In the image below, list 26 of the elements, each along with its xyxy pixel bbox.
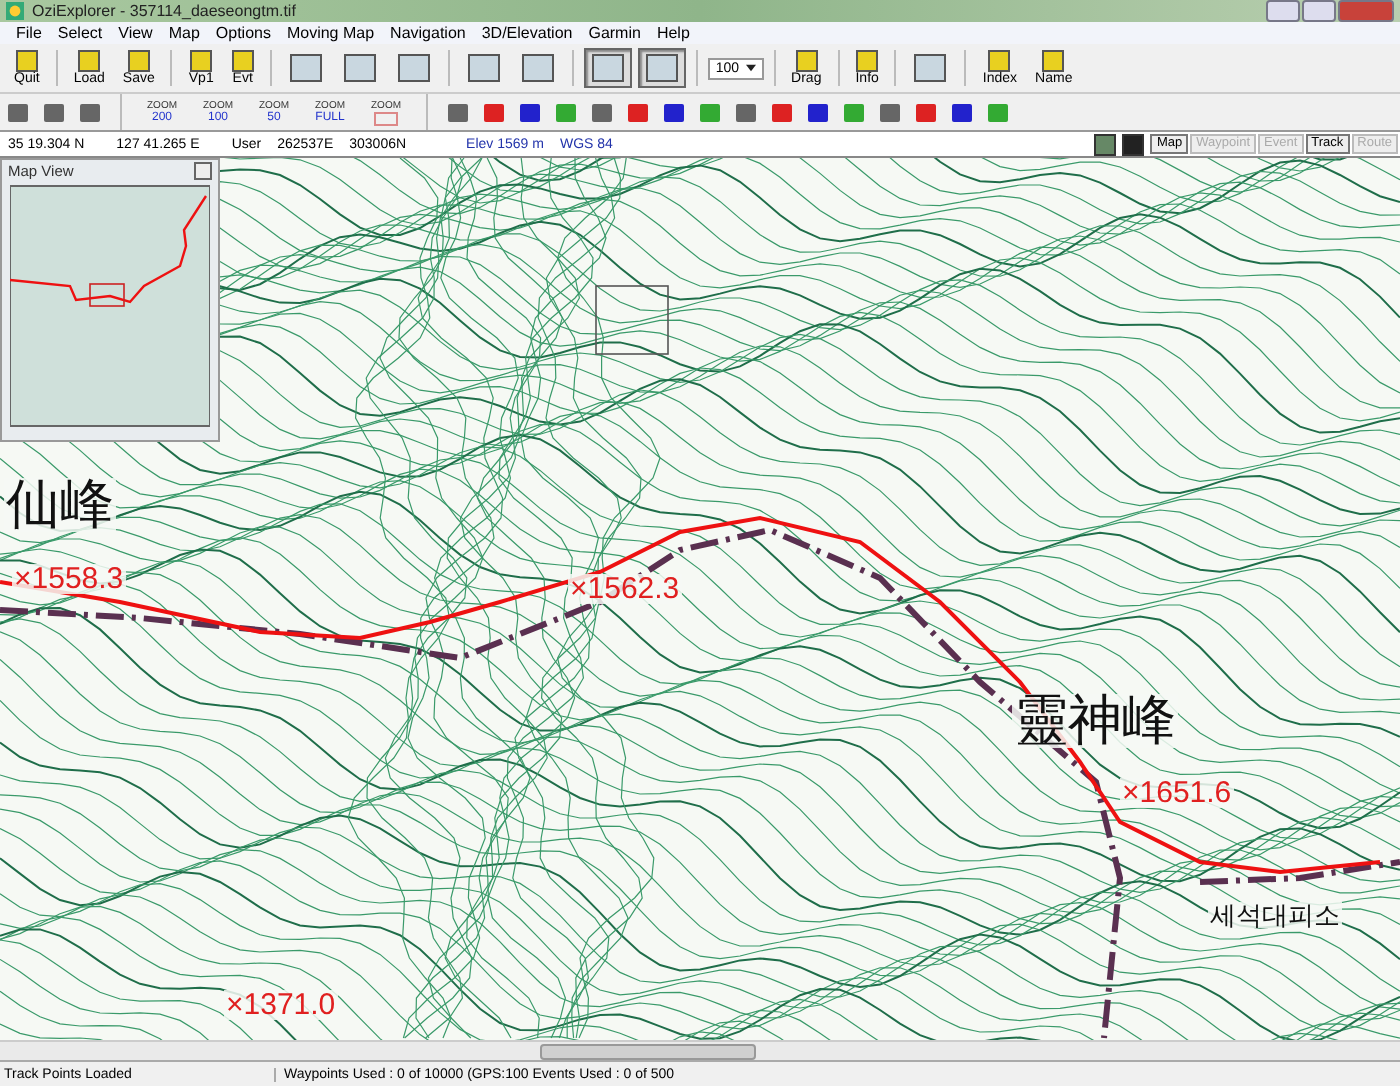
elevation-label: ×1558.3 (12, 564, 126, 594)
elevation-label: ×1651.6 (1120, 778, 1234, 808)
elevation-label: ×1562.3 (568, 574, 682, 604)
window-title: OziExplorer - 357114_daeseongtm.tif (32, 2, 296, 20)
menu-item[interactable]: Help (656, 24, 690, 42)
menu-item[interactable]: File (16, 24, 42, 42)
menu-item[interactable]: Navigation (390, 24, 466, 42)
menu-item[interactable]: Map (168, 24, 200, 42)
grid-square (595, 285, 669, 355)
minimize-button[interactable] (1266, 0, 1300, 22)
menu-item[interactable]: 3D/Elevation (481, 24, 573, 42)
place-label: 세석대피소 (1208, 902, 1342, 928)
elevation-label: ×1371.0 (224, 990, 338, 1020)
menu-item[interactable]: Garmin (588, 24, 641, 42)
menu-item[interactable]: View (118, 24, 153, 42)
horizontal-scrollbar[interactable] (0, 1040, 1400, 1060)
caret-icon (745, 64, 756, 72)
menu-item[interactable]: Options (215, 24, 271, 42)
globe-icon (6, 2, 24, 20)
menu-item[interactable]: Select (57, 24, 103, 42)
maximize-button[interactable] (1302, 0, 1336, 22)
overview-map[interactable] (10, 182, 210, 430)
menu-item[interactable]: Moving Map (286, 24, 375, 42)
close-button[interactable] (194, 162, 212, 180)
place-label: 靈神峰 (1012, 694, 1178, 748)
place-label: 仙峰 (4, 478, 116, 532)
